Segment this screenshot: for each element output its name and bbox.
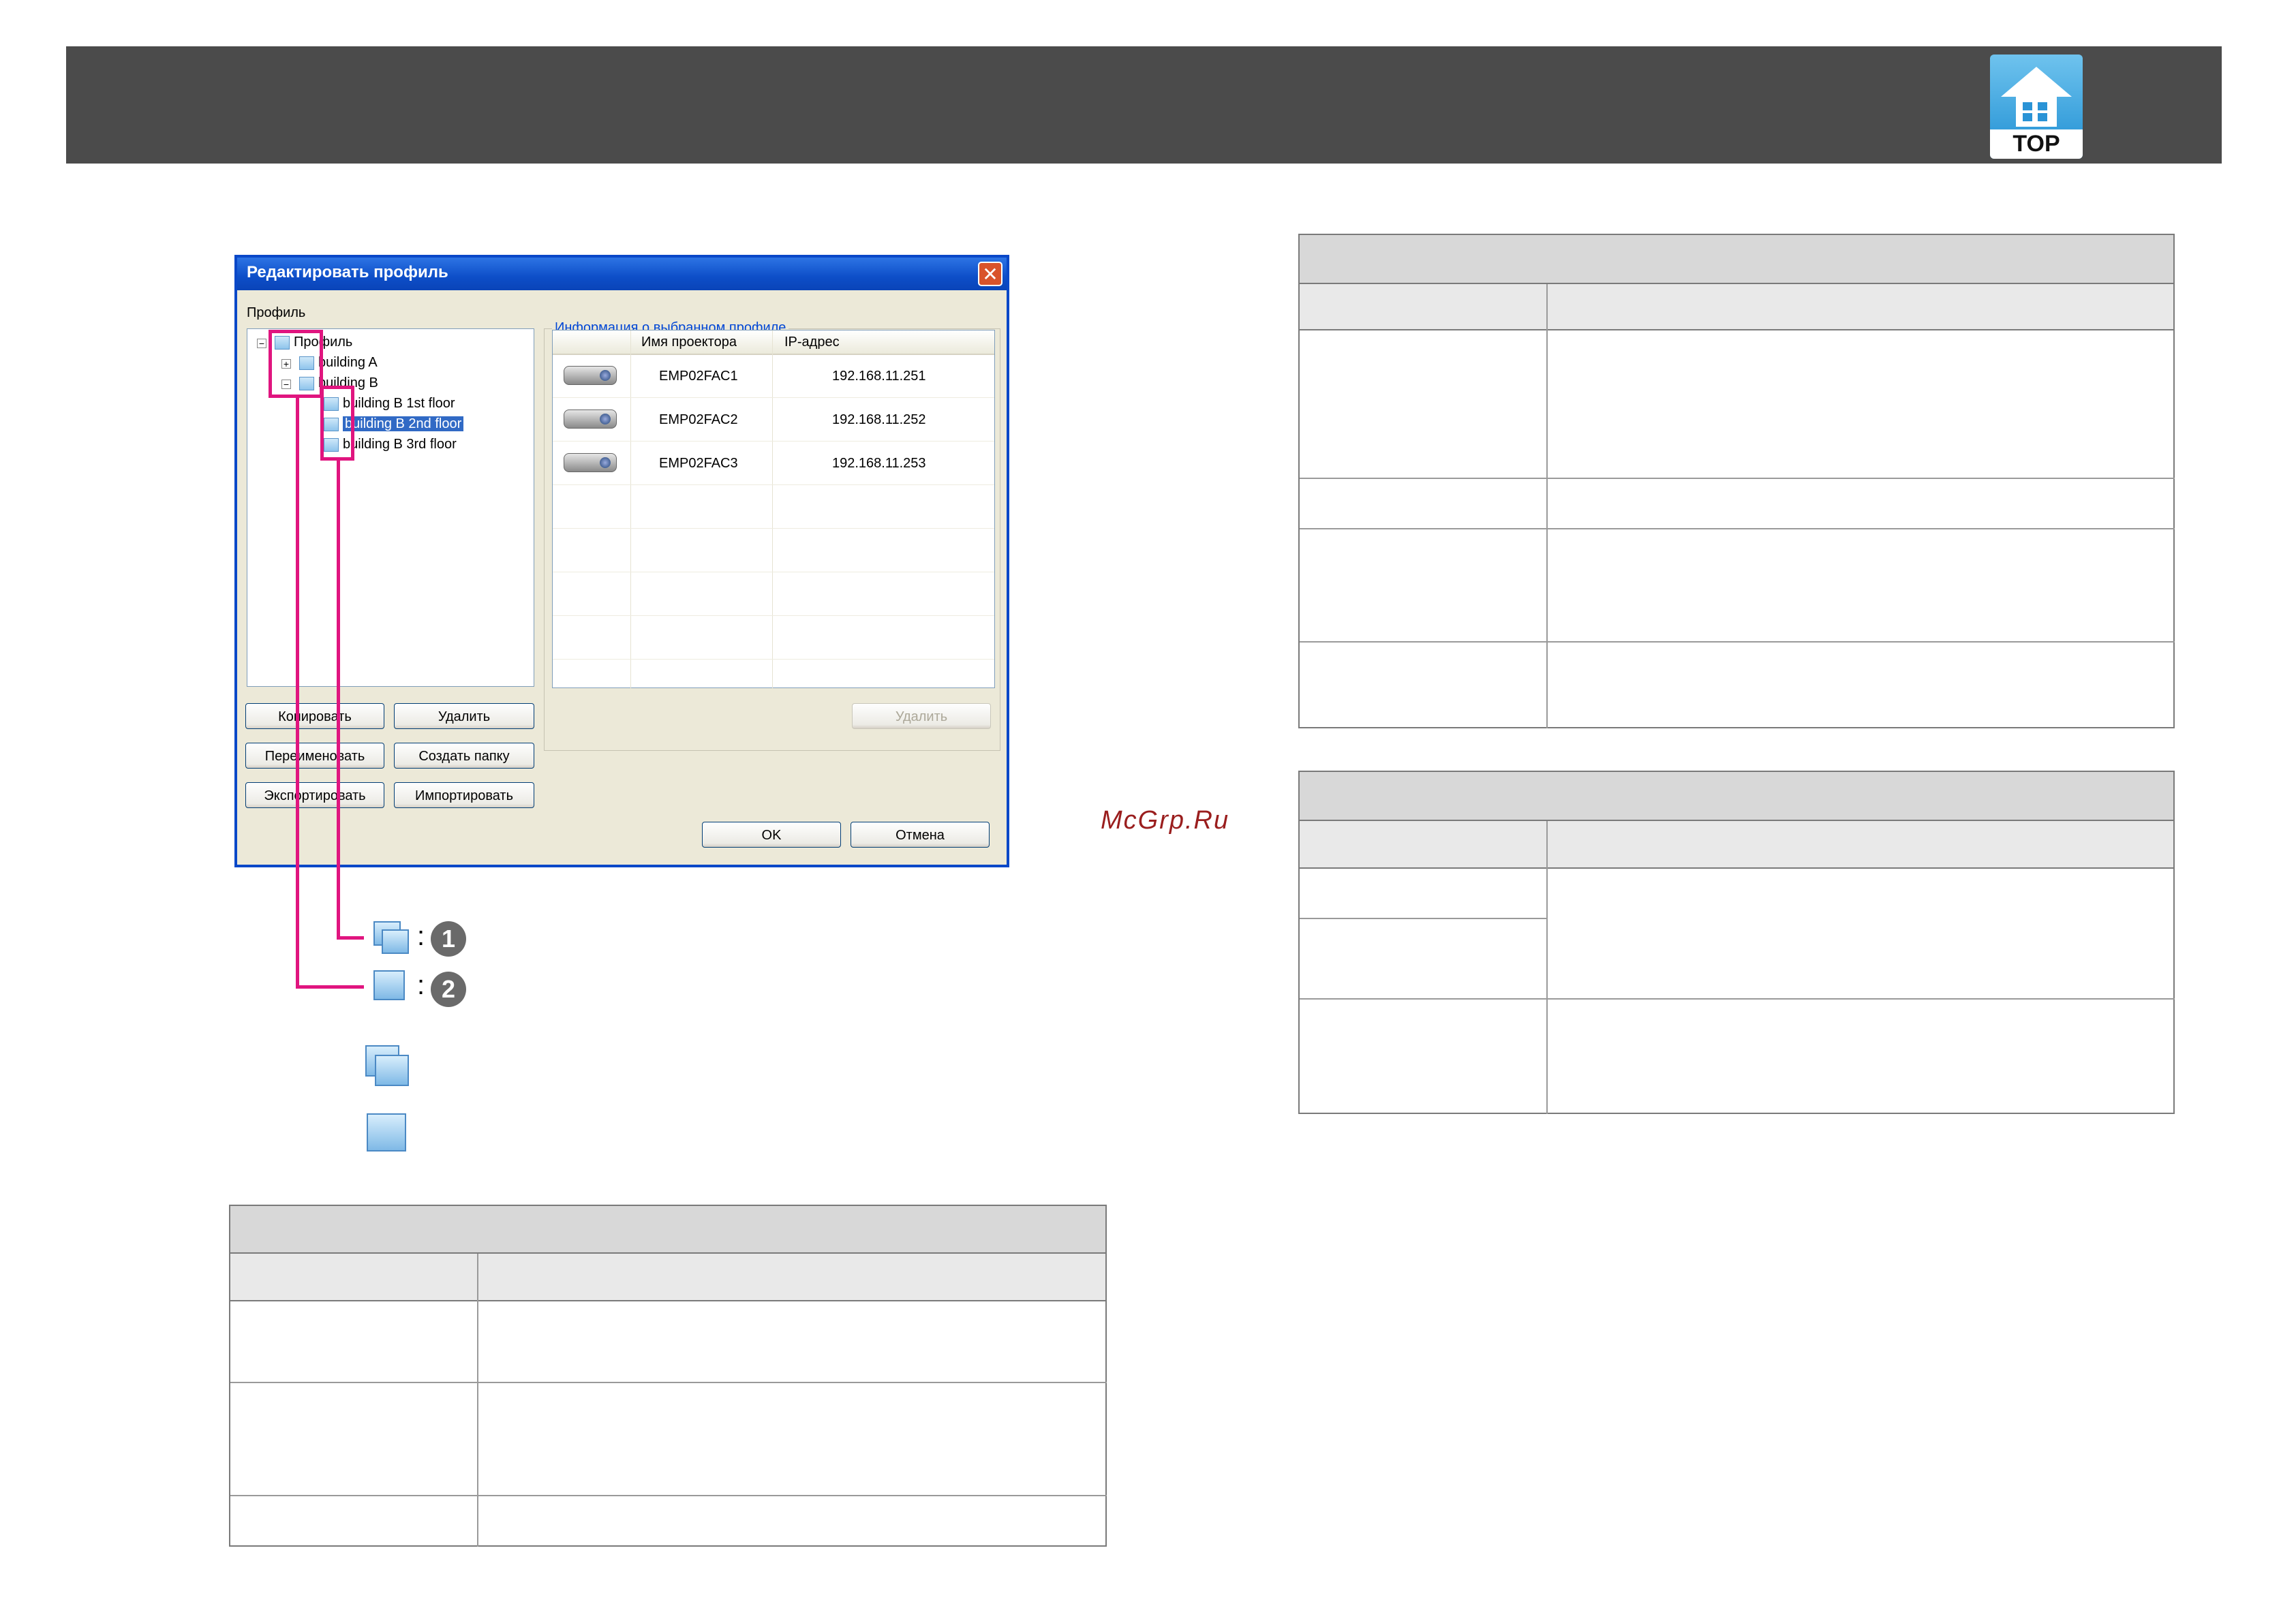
projector-ip: 192.168.11.251: [832, 369, 926, 384]
number-badge-1: 1: [431, 921, 466, 957]
rename-button[interactable]: Переименовать: [245, 743, 384, 769]
column-header-name[interactable]: Имя проектора: [641, 335, 737, 350]
top-label: TOP: [1990, 129, 2083, 159]
callout-line-1: [337, 936, 364, 940]
copy-button[interactable]: Копировать: [245, 703, 384, 729]
callout-box-level-1: [269, 330, 323, 398]
home-icon: [2001, 67, 2072, 97]
create-folder-button[interactable]: Создать папку: [394, 743, 534, 769]
info-delete-button[interactable]: Удалить: [852, 703, 991, 729]
folder-icon: [367, 1113, 408, 1153]
info-table-3: [229, 1205, 1107, 1547]
page-header-bar: [66, 46, 2222, 164]
edit-profile-dialog: Редактировать профиль ✕ Профиль − Профил…: [234, 255, 1009, 867]
projector-ip: 192.168.11.252: [832, 412, 926, 427]
projector-name: EMP02FAC3: [659, 456, 738, 471]
column-header-ip[interactable]: IP-адрес: [784, 335, 840, 350]
projector-name: EMP02FAC1: [659, 369, 738, 384]
import-button[interactable]: Импортировать: [394, 782, 534, 808]
close-icon: ✕: [982, 264, 998, 285]
dialog-title: Редактировать профиль: [247, 263, 448, 281]
projector-icon: [564, 366, 617, 385]
delete-button[interactable]: Удалить: [394, 703, 534, 729]
info-table-1: [1298, 234, 2175, 728]
callout-box-level-2: [320, 386, 354, 461]
cancel-button[interactable]: Отмена: [851, 822, 990, 848]
projector-name: EMP02FAC2: [659, 412, 738, 427]
dialog-titlebar: Редактировать профиль ✕: [237, 258, 1007, 290]
profile-label: Профиль: [247, 305, 306, 320]
callout-line-2: [296, 985, 364, 989]
info-table-2: [1298, 771, 2175, 1114]
folder-stack-icon: [365, 1045, 413, 1089]
projector-table[interactable]: Имя проектора IP-адрес EMP02FAC1 192.168…: [552, 330, 995, 689]
projector-icon: [564, 453, 617, 472]
tree-collapse-icon[interactable]: −: [257, 339, 266, 348]
folder-icon: [373, 970, 408, 1002]
ok-button[interactable]: OK: [702, 822, 841, 848]
close-button[interactable]: ✕: [978, 262, 1002, 286]
callout-line-2: [296, 395, 299, 988]
folder-stack-icon: [373, 921, 412, 955]
callout-line-1: [337, 458, 340, 939]
projector-table-header: Имя проектора IP-адрес: [553, 330, 994, 355]
number-badge-2: 2: [431, 972, 466, 1007]
projector-ip: 192.168.11.253: [832, 456, 926, 471]
projector-icon: [564, 409, 617, 429]
top-home-button[interactable]: TOP: [1990, 55, 2083, 159]
watermark: McGrp.Ru: [1101, 806, 1230, 835]
export-button[interactable]: Экспортировать: [245, 782, 384, 808]
